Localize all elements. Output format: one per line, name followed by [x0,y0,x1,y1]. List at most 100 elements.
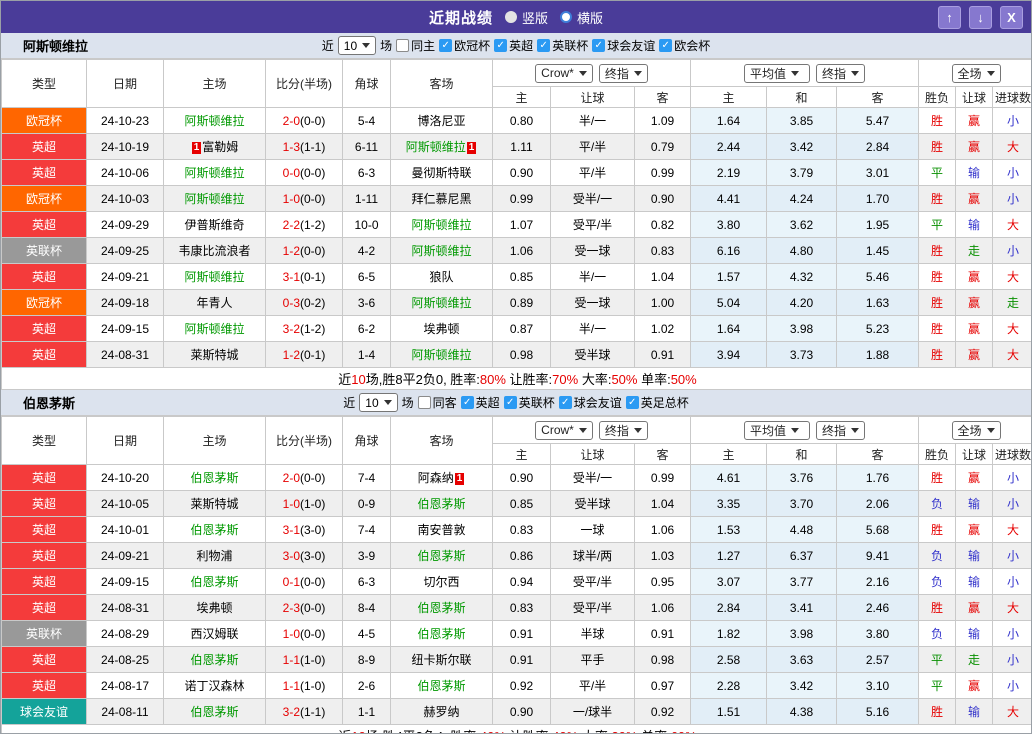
corner-cell: 6-2 [342,315,391,342]
odds-cell: 0.91 [633,341,692,368]
team-name: 伯恩茅斯 [23,396,76,411]
team-label: 韦康比流浪者 [178,244,251,258]
chevron-down-icon [986,427,995,433]
match-row: 英超 24-09-15 阿斯顿维拉 3-2(1-2) 6-2 埃弗顿 0.87 半/一 1.02… [1,315,1031,342]
result-handicap-cell: 赢 [955,133,994,160]
radio-vertical-layout[interactable]: 竖版 [504,8,548,27]
team-label: 伯恩茅斯 [417,549,466,563]
avg-select[interactable]: 平均值 [744,63,811,83]
team-label: 诺丁汉森林 [184,679,245,693]
col-away: 客场 [390,416,493,465]
result-winloss-cell: 负 [918,490,957,517]
avg-final-select[interactable]: 终指 [816,420,866,440]
handicap-cell: 受平/半 [550,568,635,595]
league-checkbox[interactable]: ✓ 欧会杯 [659,37,710,54]
result-winloss-cell: 负 [918,620,957,647]
league-label: 球会友谊 [607,39,656,53]
window-buttons: ↑ ↓ X [938,5,1023,29]
league-checkbox[interactable]: ✓ 英联杯 [537,37,588,54]
fulltime-score: 1-2 [282,243,300,258]
avg-odds-cell: 2.58 [690,646,768,673]
odds-cell: 0.94 [492,568,551,595]
score-cell: 3-2(1-1) [265,698,343,725]
rounds-select[interactable]: 10 [337,36,377,55]
fulltime-score: 3-1 [282,269,300,284]
radio-horizontal-layout[interactable]: 横版 [560,8,603,27]
scope-select[interactable]: 全场 [951,63,1001,83]
odds-cell: 1.06 [633,594,692,621]
avg-final-select[interactable]: 终指 [816,63,866,83]
corner-cell: 6-3 [342,568,391,595]
team-cell: 伯恩茅斯 [163,568,266,595]
corner-cell: 6-11 [342,133,391,160]
near-label: 近 [321,39,334,53]
result-winloss-cell: 胜 [918,315,957,342]
league-checkbox[interactable]: ✓ 英联杯 [503,394,555,411]
checkbox-unchecked-icon [417,396,431,409]
team-cell: 阿森纳 1 [390,464,493,491]
odds-final-value: 终指 [604,66,629,81]
team-label: 伊普斯维奇 [184,218,245,232]
league-checkbox[interactable]: ✓ 欧冠杯 [439,37,490,54]
move-down-button[interactable]: ↓ [969,5,992,29]
handicap-cell: 一球 [550,516,635,543]
summary-text-part: 大率: [578,372,612,387]
result-handicap-cell: 赢 [955,263,994,290]
avg-select[interactable]: 平均值 [744,420,811,440]
date-cell: 24-09-15 [86,315,164,342]
handicap-cell: 一/球半 [550,698,635,725]
rounds-select[interactable]: 10 [359,393,398,412]
league-type-badge: 英超 [1,315,87,342]
league-type-badge: 英超 [1,133,87,160]
league-checkbox[interactable]: ✓ 英超 [460,394,500,411]
odds-final-select[interactable]: 终指 [598,420,648,440]
col-score: 比分(半场) [265,416,343,465]
team-cell: 埃弗顿 [163,594,266,621]
team-label: 南安普敦 [417,523,466,537]
score-cell: 2-3(0-0) [265,594,343,621]
league-checkbox[interactable]: ✓ 英足总杯 [625,394,689,411]
league-checkbox[interactable]: ✓ 英超 [494,37,533,54]
odds-cell: 0.90 [492,464,551,491]
odds-company-value: Crow* [541,66,574,80]
checkbox-checked-icon: ✓ [592,39,606,52]
same-away-checkbox[interactable]: 同客 [417,394,457,411]
result-handicap-cell: 赢 [955,594,994,621]
league-checkbox[interactable]: ✓ 球会友谊 [558,394,622,411]
fulltime-score: 1-1 [282,652,300,667]
league-type-badge: 英超 [1,568,87,595]
date-cell: 24-10-01 [86,516,164,543]
summary-text-part: 单率: [637,729,671,733]
team-label: 拜仁慕尼黑 [411,192,472,206]
matches-table-bournemouth: 类型 日期 主场 比分(半场) 角球 客场 Crow* 终指 平均值 终指 全场… [1,416,1031,733]
league-type-badge: 欧冠杯 [1,185,87,212]
odds-cell: 0.83 [633,237,692,264]
result-goals-cell: 大 [992,516,1031,543]
odds-company-select[interactable]: Crow* [535,420,593,440]
chevron-down-icon [578,70,587,76]
avg-odds-cell: 3.62 [766,211,838,238]
team-cell: 伯恩茅斯 [163,646,266,673]
avg-odds-cell: 3.42 [766,672,838,699]
date-cell: 24-10-20 [86,464,164,491]
close-button[interactable]: X [1000,5,1023,29]
team-label: 赫罗纳 [423,705,460,719]
league-checkbox[interactable]: ✓ 球会友谊 [592,37,655,54]
odds-final-select[interactable]: 终指 [598,63,648,83]
col-odds-away: 客 [633,86,692,108]
match-row: 英超 24-09-21 利物浦 3-0(3-0) 3-9 伯恩茅斯 0.86 球半/两 1.03… [1,542,1031,569]
move-up-button[interactable]: ↑ [938,5,961,29]
result-winloss-cell: 胜 [918,133,957,160]
result-goals-cell: 小 [992,542,1031,569]
team-label: 伯恩茅斯 [190,471,239,485]
result-winloss-cell: 胜 [918,263,957,290]
result-handicap-cell: 输 [955,542,994,569]
date-cell: 24-09-25 [86,237,164,264]
halftime-score: (1-0) [300,678,326,693]
same-home-checkbox[interactable]: 同主 [396,37,435,54]
odds-company-select[interactable]: Crow* [535,63,593,83]
team-cell: 阿斯顿维拉 [163,159,266,186]
scope-select[interactable]: 全场 [951,420,1001,440]
col-date: 日期 [86,416,164,465]
team-cell: 狼队 [390,263,493,290]
